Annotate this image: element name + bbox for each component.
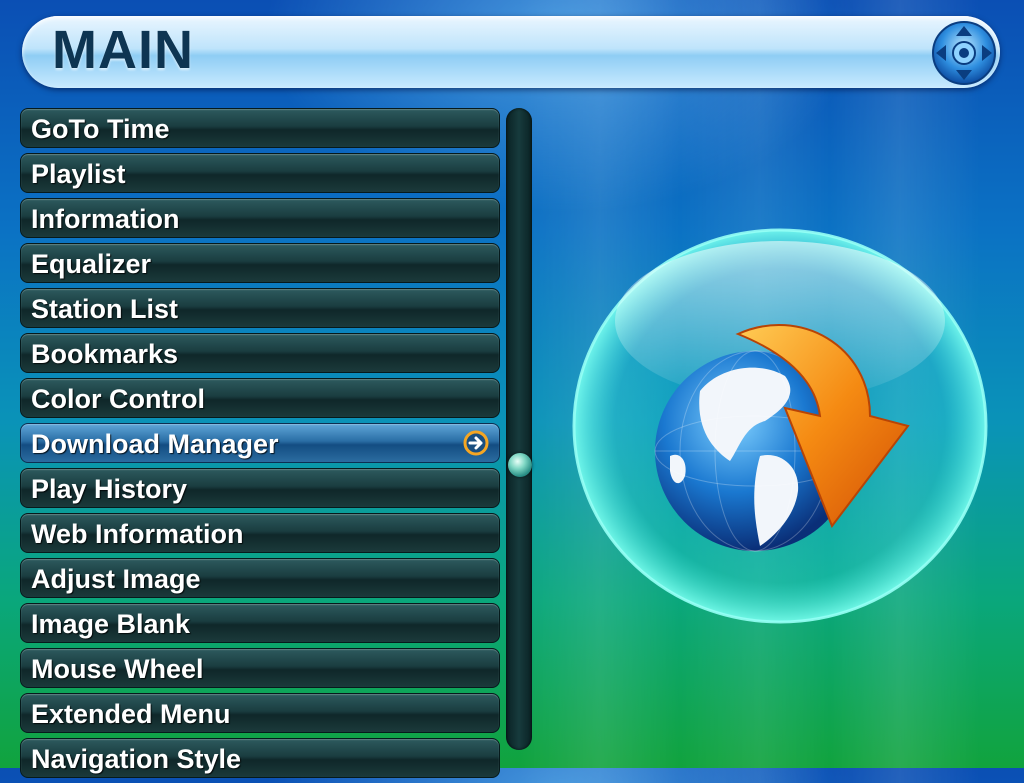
- menu-scrollbar-thumb[interactable]: [508, 453, 532, 477]
- menu-item-goto-time[interactable]: GoTo Time: [20, 108, 500, 148]
- menu-item-station-list[interactable]: Station List: [20, 288, 500, 328]
- menu-item-navigation-style[interactable]: Navigation Style: [20, 738, 500, 778]
- menu-item-play-history[interactable]: Play History: [20, 468, 500, 508]
- menu-item-label: Navigation Style: [31, 744, 242, 774]
- menu-item-label: Download Manager: [31, 429, 279, 459]
- globe-download-logo: [570, 226, 990, 626]
- menu-item-download-manager[interactable]: Download Manager: [20, 423, 500, 463]
- arrow-right-circle-icon[interactable]: [463, 430, 489, 456]
- menu-item-label: Extended Menu: [31, 699, 231, 729]
- menu-item-adjust-image[interactable]: Adjust Image: [20, 558, 500, 598]
- menu-item-bookmarks[interactable]: Bookmarks: [20, 333, 500, 373]
- menu-item-information[interactable]: Information: [20, 198, 500, 238]
- menu-item-label: Equalizer: [31, 249, 152, 279]
- menu-item-label: Information: [31, 204, 180, 234]
- menu-item-label: Adjust Image: [31, 564, 201, 594]
- main-menu: GoTo Time Playlist Information Equalizer…: [20, 108, 500, 783]
- menu-item-mouse-wheel[interactable]: Mouse Wheel: [20, 648, 500, 688]
- menu-item-image-blank[interactable]: Image Blank: [20, 603, 500, 643]
- menu-item-label: GoTo Time: [31, 114, 170, 144]
- menu-item-label: Web Information: [31, 519, 244, 549]
- menu-item-label: Station List: [31, 294, 178, 324]
- menu-scrollbar-track[interactable]: [506, 108, 532, 750]
- menu-item-equalizer[interactable]: Equalizer: [20, 243, 500, 283]
- menu-item-color-control[interactable]: Color Control: [20, 378, 500, 418]
- menu-item-label: Mouse Wheel: [31, 654, 204, 684]
- menu-item-label: Playlist: [31, 159, 126, 189]
- navigation-pad-icon[interactable]: [930, 20, 998, 86]
- page-title: MAIN: [52, 20, 194, 80]
- menu-item-label: Bookmarks: [31, 339, 179, 369]
- menu-item-label: Play History: [31, 474, 188, 504]
- menu-item-label: Image Blank: [31, 609, 191, 639]
- menu-item-playlist[interactable]: Playlist: [20, 153, 500, 193]
- menu-item-extended-menu[interactable]: Extended Menu: [20, 693, 500, 733]
- menu-item-label: Color Control: [31, 384, 205, 414]
- menu-item-web-information[interactable]: Web Information: [20, 513, 500, 553]
